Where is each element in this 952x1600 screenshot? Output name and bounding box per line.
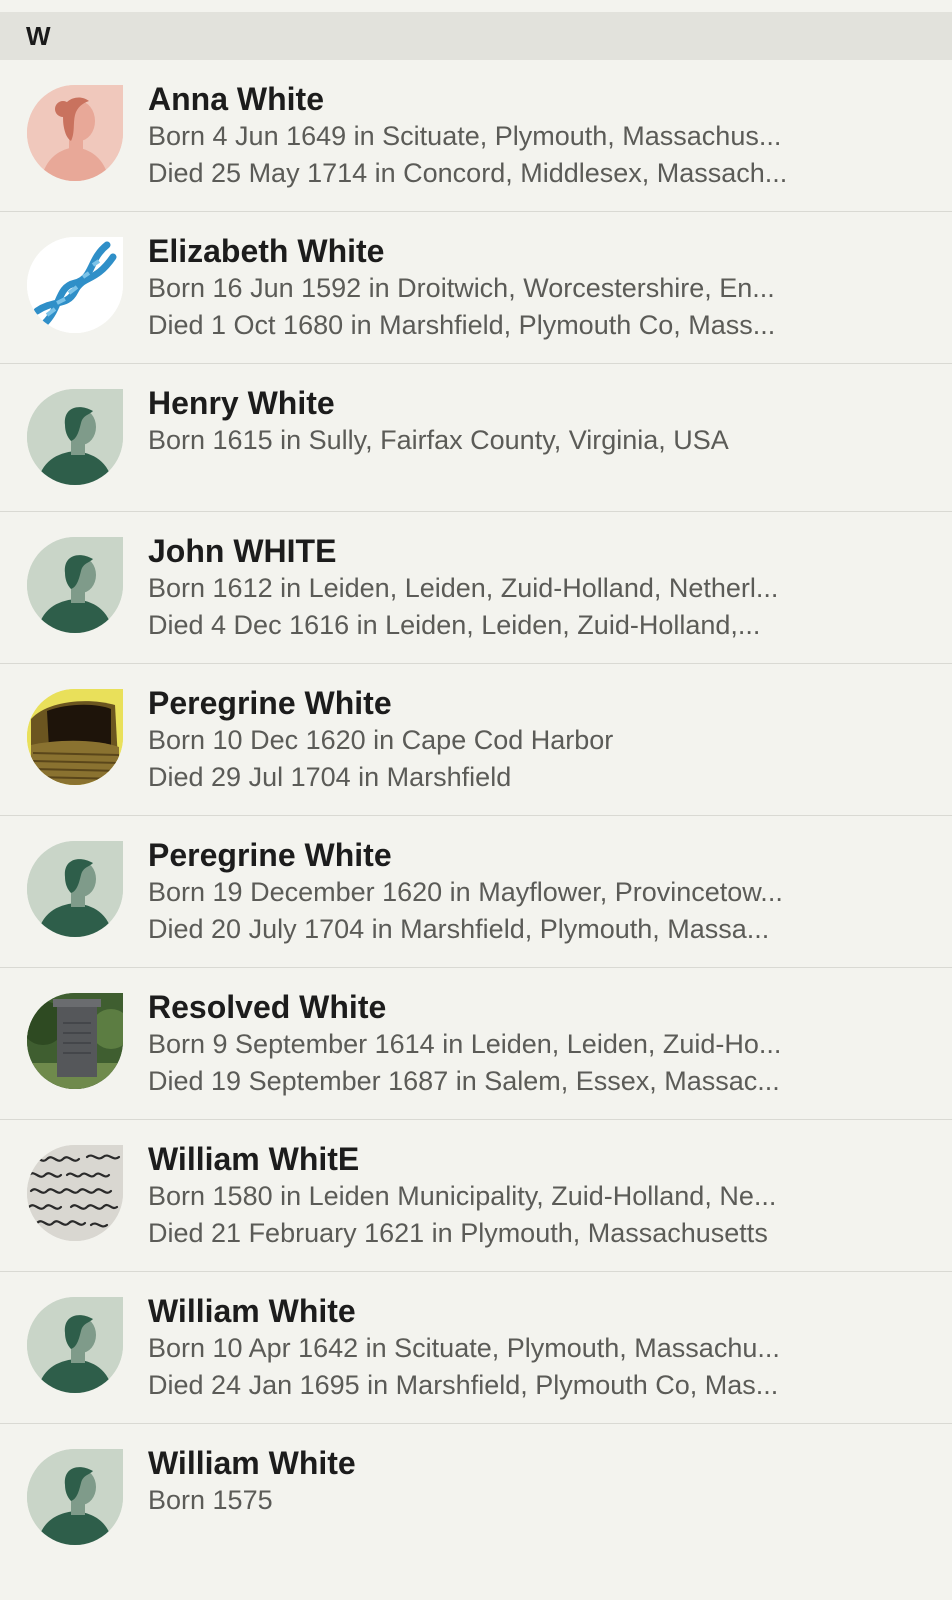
person-row[interactable]: William White Born 1575: [0, 1424, 952, 1576]
person-info: William White Born 1575: [148, 1444, 842, 1519]
female-silhouette-icon: [27, 85, 123, 181]
person-name: William White: [148, 1445, 356, 1481]
person-name: John WHITE: [148, 533, 337, 569]
male-silhouette-icon: [27, 537, 123, 633]
person-birth: Born 4 Jun 1649 in Scituate, Plymouth, M…: [148, 121, 782, 151]
person-death: Died 25 May 1714 in Concord, Middlesex, …: [148, 158, 788, 188]
person-row[interactable]: Peregrine White Born 10 Dec 1620 in Cape…: [0, 664, 952, 816]
person-birth: Born 19 December 1620 in Mayflower, Prov…: [148, 877, 783, 907]
person-name: William WhitE: [148, 1141, 360, 1177]
person-row[interactable]: William WhitE Born 1580 in Leiden Munici…: [0, 1120, 952, 1272]
person-row[interactable]: Elizabeth White Born 16 Jun 1592 in Droi…: [0, 212, 952, 364]
person-birth: Born 1580 in Leiden Municipality, Zuid-H…: [148, 1181, 777, 1211]
person-death: Died 19 September 1687 in Salem, Essex, …: [148, 1066, 780, 1096]
cradle-photo: [27, 689, 123, 785]
person-row[interactable]: Resolved White Born 9 September 1614 in …: [0, 968, 952, 1120]
person-info: Anna White Born 4 Jun 1649 in Scituate, …: [148, 80, 842, 192]
male-silhouette-icon: [27, 389, 123, 485]
person-row[interactable]: John WHITE Born 1612 in Leiden, Leiden, …: [0, 512, 952, 664]
person-name: William White: [148, 1293, 356, 1329]
person-info: Henry White Born 1615 in Sully, Fairfax …: [148, 384, 842, 459]
person-info: William White Born 10 Apr 1642 in Scitua…: [148, 1292, 842, 1404]
person-name: Peregrine White: [148, 685, 392, 721]
people-list: Anna White Born 4 Jun 1649 in Scituate, …: [0, 60, 952, 1576]
person-birth: Born 1612 in Leiden, Leiden, Zuid-Hollan…: [148, 573, 779, 603]
person-name: Henry White: [148, 385, 335, 421]
person-death: Died 29 Jul 1704 in Marshfield: [148, 762, 512, 792]
person-birth: Born 10 Dec 1620 in Cape Cod Harbor: [148, 725, 614, 755]
dna-icon: [27, 237, 123, 333]
person-name: Resolved White: [148, 989, 387, 1025]
person-info: Resolved White Born 9 September 1614 in …: [148, 988, 842, 1100]
male-silhouette-icon: [27, 1297, 123, 1393]
person-row[interactable]: Henry White Born 1615 in Sully, Fairfax …: [0, 364, 952, 512]
person-birth: Born 9 September 1614 in Leiden, Leiden,…: [148, 1029, 782, 1059]
person-birth: Born 10 Apr 1642 in Scituate, Plymouth, …: [148, 1333, 780, 1363]
person-death: Died 24 Jan 1695 in Marshfield, Plymouth…: [148, 1370, 779, 1400]
person-birth: Born 1575: [148, 1485, 273, 1515]
person-info: Peregrine White Born 10 Dec 1620 in Cape…: [148, 684, 842, 796]
person-name: Elizabeth White: [148, 233, 385, 269]
person-info: William WhitE Born 1580 in Leiden Munici…: [148, 1140, 842, 1252]
person-birth: Born 1615 in Sully, Fairfax County, Virg…: [148, 425, 729, 455]
male-silhouette-icon: [27, 841, 123, 937]
top-strip: [0, 0, 952, 12]
person-death: Died 20 July 1704 in Marshfield, Plymout…: [148, 914, 770, 944]
person-death: Died 1 Oct 1680 in Marshfield, Plymouth …: [148, 310, 776, 340]
gravestone-photo: [27, 993, 123, 1089]
person-death: Died 4 Dec 1616 in Leiden, Leiden, Zuid-…: [148, 610, 761, 640]
person-row[interactable]: Anna White Born 4 Jun 1649 in Scituate, …: [0, 60, 952, 212]
person-row[interactable]: William White Born 10 Apr 1642 in Scitua…: [0, 1272, 952, 1424]
person-row[interactable]: Peregrine White Born 19 December 1620 in…: [0, 816, 952, 968]
person-info: John WHITE Born 1612 in Leiden, Leiden, …: [148, 532, 842, 644]
person-info: Peregrine White Born 19 December 1620 in…: [148, 836, 842, 948]
person-name: Peregrine White: [148, 837, 392, 873]
person-death: Died 21 February 1621 in Plymouth, Massa…: [148, 1218, 768, 1248]
male-silhouette-icon: [27, 1449, 123, 1545]
section-header-letter: W: [0, 12, 952, 60]
person-info: Elizabeth White Born 16 Jun 1592 in Droi…: [148, 232, 842, 344]
handwritten-document-photo: [27, 1145, 123, 1241]
person-birth: Born 16 Jun 1592 in Droitwich, Worcester…: [148, 273, 775, 303]
person-name: Anna White: [148, 81, 324, 117]
